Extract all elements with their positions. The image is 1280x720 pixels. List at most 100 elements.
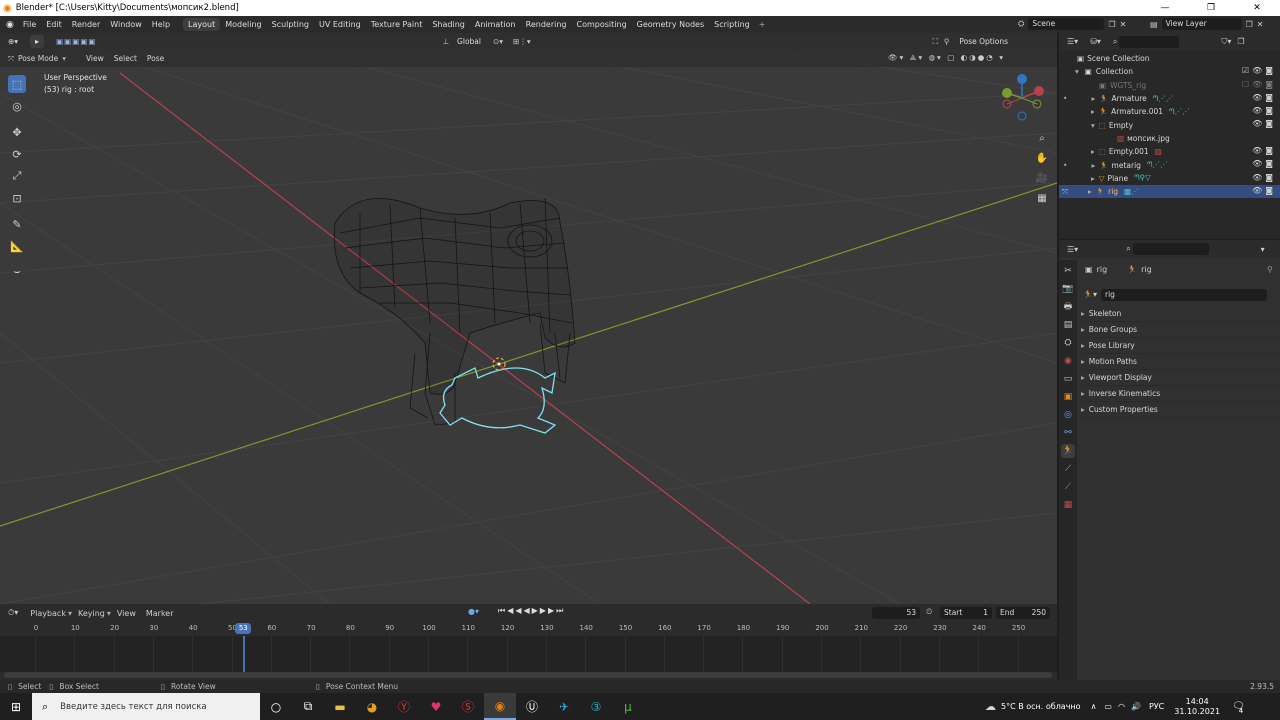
tab-scripting[interactable]: Scripting: [709, 18, 755, 31]
outliner-row-armature-001[interactable]: ▸ 🏃 Armature.001 ᘉ⋰⋰ 👁◙: [1059, 105, 1280, 118]
new-collection-icon[interactable]: ❐: [1237, 37, 1244, 46]
clock[interactable]: 14:04 31.10.2021: [1174, 697, 1220, 717]
menu-timeline-view[interactable]: View: [117, 609, 136, 618]
outliner-row-collection[interactable]: ▾ ▣ Collection ☑👁◙: [1059, 65, 1280, 78]
outliner-row-image[interactable]: ▨ мопсик.jpg: [1059, 132, 1280, 145]
scene-field[interactable]: Scene: [1028, 18, 1105, 30]
new-view-layer-icon[interactable]: ❐: [1246, 20, 1253, 29]
panel-bone-groups[interactable]: ▸ Bone Groups: [1081, 322, 1280, 338]
transform-tool-icon[interactable]: ⊡: [8, 189, 26, 207]
language-indicator[interactable]: РУС: [1149, 702, 1164, 711]
preview-range-icon[interactable]: ⏲: [926, 607, 932, 617]
menu-pose[interactable]: Pose: [147, 54, 164, 63]
panel-custom-properties[interactable]: ▸ Custom Properties: [1081, 402, 1280, 418]
overlay-icons[interactable]: 👁▾ ⟁▾ ◍▾ ▢ ◐◑●◔ ▾: [888, 53, 1005, 63]
playhead-line[interactable]: [243, 636, 245, 672]
windows-start-icon[interactable]: ⊞: [0, 693, 32, 720]
armature-data-tab-icon[interactable]: 🏃: [1061, 444, 1075, 458]
file-explorer-icon[interactable]: ▬: [324, 693, 356, 720]
tab-geometry-nodes[interactable]: Geometry Nodes: [632, 18, 709, 31]
transform-orientation-dropdown[interactable]: Global: [453, 35, 485, 48]
volume-icon[interactable]: 🔊: [1131, 702, 1141, 711]
menu-edit[interactable]: Edit: [41, 20, 67, 29]
menu-render[interactable]: Render: [67, 20, 105, 29]
outliner-row-empty[interactable]: ▾ ⬚ Empty 👁◙: [1059, 118, 1280, 131]
navigation-gizmo[interactable]: [995, 71, 1050, 126]
minimize-button[interactable]: —: [1142, 0, 1188, 16]
close-button[interactable]: ✕: [1234, 0, 1280, 16]
select-mode-icons[interactable]: ▣▣▣▣▣: [56, 37, 96, 46]
current-frame-field[interactable]: 53: [872, 607, 920, 619]
outliner-editor-icon[interactable]: ☰▾: [1067, 37, 1078, 46]
cursor-tool-icon[interactable]: ◎: [8, 97, 26, 115]
pin-icon[interactable]: ⚲: [1267, 265, 1273, 274]
properties-search-input[interactable]: [1132, 243, 1209, 255]
properties-editor-icon[interactable]: ☰▾: [1067, 245, 1078, 254]
bone-tab-icon[interactable]: ⟋: [1061, 462, 1075, 476]
menu-playback[interactable]: Playback: [30, 609, 66, 618]
yandex-browser-icon[interactable]: Ⓨ: [388, 693, 420, 720]
select-tool-icon[interactable]: ▸: [30, 35, 45, 48]
tab-compositing[interactable]: Compositing: [572, 18, 632, 31]
menu-select[interactable]: Select: [114, 54, 137, 63]
tab-sculpting[interactable]: Sculpting: [267, 18, 314, 31]
utorrent-icon[interactable]: µ: [612, 693, 644, 720]
outliner-row-metarig[interactable]: • ▸ 🏃 metarig ᘉ⋰⋰ 👁◙: [1059, 158, 1280, 171]
pan-icon[interactable]: ✋: [1033, 149, 1051, 167]
rotate-tool-icon[interactable]: ⟳: [8, 145, 26, 163]
task-view-icon[interactable]: ⧉: [292, 693, 324, 720]
constraints-tab-icon[interactable]: ⚯: [1061, 426, 1075, 440]
bone-constraints-tab-icon[interactable]: ⟋: [1061, 480, 1075, 494]
editor-type-icon[interactable]: ⊕▾: [8, 37, 18, 46]
view-layer-field[interactable]: View Layer: [1161, 18, 1242, 30]
select-box-tool-icon[interactable]: ⬚: [8, 75, 26, 93]
properties-options-icon[interactable]: ▾: [1261, 245, 1265, 254]
maximize-button[interactable]: ❐: [1188, 0, 1234, 16]
outliner-row-plane[interactable]: ▸ ▽ Plane ᘉ⚲▽ 👁◙: [1059, 172, 1280, 185]
bone-tool-icon[interactable]: ⌣: [8, 263, 26, 281]
menu-help[interactable]: Help: [147, 20, 175, 29]
snap-icon[interactable]: ⊞⋮▾: [513, 37, 531, 46]
playback-controls[interactable]: ⏮◀◀◀▶▶▶⏭: [498, 606, 565, 616]
move-tool-icon[interactable]: ✥: [8, 123, 26, 141]
chrome-icon[interactable]: ◕: [356, 693, 388, 720]
tab-shading[interactable]: Shading: [427, 18, 470, 31]
delete-view-layer-icon[interactable]: ✕: [1257, 20, 1264, 29]
blender-taskbar-icon[interactable]: ◉: [484, 693, 516, 720]
outliner-row-empty-001[interactable]: ▸ ⬚ Empty.001 ▨ 👁◙: [1059, 145, 1280, 158]
zoom-icon[interactable]: ⌕: [1033, 129, 1051, 147]
panel-pose-library[interactable]: ▸ Pose Library: [1081, 338, 1280, 354]
outliner-row-wgts-rig[interactable]: ▣ WGTS_rig ☐👁◙: [1059, 79, 1280, 92]
3d-viewport[interactable]: ⊕▾ ▸ ▣▣▣▣▣ ⊥ Global ⊙▾ ⊞⋮▾ ⛶ ⚲ Pose Opti…: [0, 33, 1057, 604]
wifi-icon[interactable]: ◠: [1118, 702, 1125, 711]
app-3-icon[interactable]: ③: [580, 693, 612, 720]
tab-modeling[interactable]: Modeling: [220, 18, 266, 31]
panel-skeleton[interactable]: ▸ Skeleton: [1081, 306, 1280, 322]
datablock-name-field[interactable]: rig: [1100, 288, 1267, 301]
add-workspace-icon[interactable]: +: [755, 20, 770, 29]
timeline-track-area[interactable]: [0, 636, 1057, 672]
datablock-type-icon[interactable]: 🏃▾: [1083, 290, 1097, 299]
timeline-ruler[interactable]: 0 10 20 30 40 50 60 70 80 90 100 110 120 130 140 150 160…: [0, 622, 1057, 636]
outliner-search-input[interactable]: [1119, 35, 1180, 48]
proportional-icon[interactable]: ⛶: [933, 37, 938, 47]
auto-key-icon[interactable]: ●▾: [468, 607, 479, 616]
display-mode-icon[interactable]: ⛁▾: [1090, 37, 1101, 46]
menu-view[interactable]: View: [86, 54, 104, 63]
menu-keying[interactable]: Keying: [78, 609, 105, 618]
delete-scene-icon[interactable]: ✕: [1120, 20, 1127, 29]
app-s-icon[interactable]: Ⓢ: [452, 693, 484, 720]
grid-toggle-icon[interactable]: ▦: [1033, 189, 1051, 207]
end-frame-field[interactable]: End 250: [996, 607, 1050, 619]
tray-overflow-icon[interactable]: ∧: [1091, 702, 1097, 711]
pug-wireframe-mesh[interactable]: [333, 197, 576, 426]
tab-uv-editing[interactable]: UV Editing: [314, 18, 366, 31]
texture-tab-icon[interactable]: ▦: [1061, 498, 1075, 512]
start-frame-field[interactable]: Start 1: [940, 607, 992, 619]
menu-marker[interactable]: Marker: [146, 609, 174, 618]
annotate-tool-icon[interactable]: ✎: [8, 215, 26, 233]
timeline-scrollbar[interactable]: [4, 672, 1052, 678]
taskbar-search-box[interactable]: ⌕ Введите здесь текст для поиска: [32, 693, 260, 720]
scale-tool-icon[interactable]: ⤢: [8, 167, 26, 185]
outliner-scene-collection[interactable]: ▣ Scene Collection: [1059, 52, 1280, 65]
